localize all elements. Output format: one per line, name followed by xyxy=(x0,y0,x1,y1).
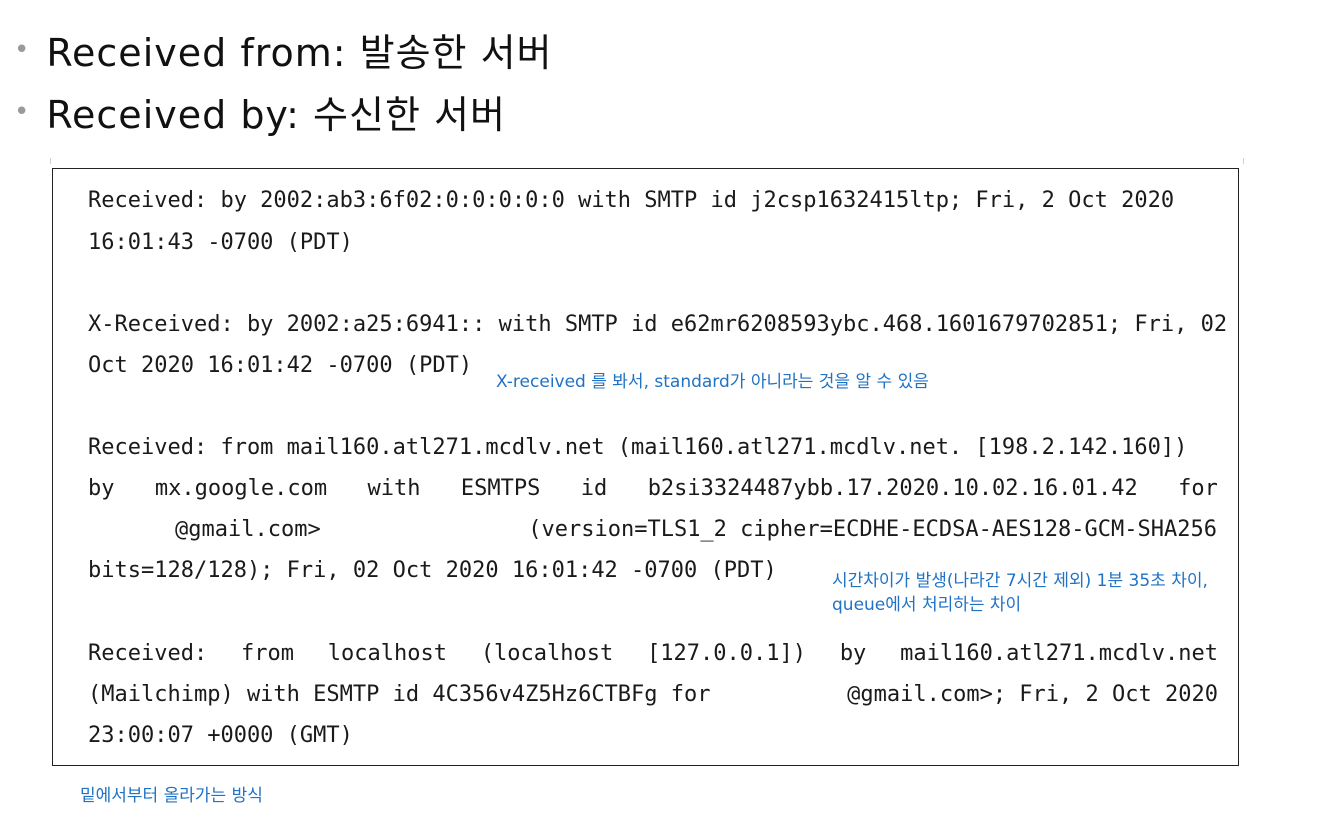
email-header-frame xyxy=(52,168,1239,766)
header-word: by xyxy=(88,476,115,501)
header-word: ESMTPS xyxy=(460,476,541,501)
header-line: (version=TLS1_2 cipher=ECDHE-ECDSA-AES12… xyxy=(528,517,1217,542)
header-word: id xyxy=(580,476,608,501)
bullet-dot-icon: • xyxy=(14,34,31,65)
header-line: 23:00:07 +0000 (GMT) xyxy=(88,723,353,748)
bullet-received-from: • Received from: 발송한 서버 xyxy=(14,22,553,77)
bottom-up-annotation: 밑에서부터 올라가는 방식 xyxy=(80,786,263,806)
header-line: Received: from mail160.atl271.mcdlv.net … xyxy=(88,435,1188,460)
header-line: Oct 2020 16:01:42 -0700 (PDT) xyxy=(88,353,473,378)
header-word: mail160.atl271.mcdlv.net xyxy=(900,641,1218,666)
header-word: for xyxy=(1178,476,1218,501)
header-word: (localhost xyxy=(480,641,614,666)
time-diff-annotation-line2: queue에서 처리하는 차이 xyxy=(832,595,1022,615)
xreceived-annotation: X-received 를 봐서, standard가 아니라는 것을 알 수 있… xyxy=(496,372,929,392)
header-line-justified: Received: from localhost (localhost [127… xyxy=(88,643,1218,665)
header-word: from xyxy=(241,641,294,666)
bullet-text: Received from: 발송한 서버 xyxy=(46,31,553,75)
header-word: Received: xyxy=(88,641,208,666)
header-word: with xyxy=(367,476,421,501)
header-line: 16:01:43 -0700 (PDT) xyxy=(88,230,353,255)
bullet-text: Received by: 수신한 서버 xyxy=(46,93,506,137)
bullet-dot-icon: • xyxy=(14,96,31,127)
header-word: mx.google.com xyxy=(154,476,328,501)
header-line-justified: by mx.google.com with ESMTPS id b2si3324… xyxy=(88,478,1218,500)
header-line: bits=128/128); Fri, 02 Oct 2020 16:01:42… xyxy=(88,558,777,583)
header-word: localhost xyxy=(327,641,448,666)
corner-tick-left xyxy=(50,158,51,164)
header-word: [127.0.0.1]) xyxy=(647,641,807,666)
bullet-received-by: • Received by: 수신한 서버 xyxy=(14,84,506,139)
header-line: X-Received: by 2002:a25:6941:: with SMTP… xyxy=(88,312,1228,337)
header-word: by xyxy=(839,641,867,666)
header-line: Received: by 2002:ab3:6f02:0:0:0:0:0 wit… xyxy=(88,188,1175,213)
time-diff-annotation-line1: 시간차이가 발생(나라간 7시간 제외) 1분 35초 차이, xyxy=(832,571,1208,591)
header-redacted-email: @gmail.com> xyxy=(175,517,321,542)
header-redacted-email: @gmail.com>; Fri, 2 Oct 2020 xyxy=(847,682,1218,707)
header-line: (Mailchimp) with ESMTP id 4C356v4Z5Hz6CT… xyxy=(88,682,711,707)
corner-tick-right xyxy=(1243,158,1244,164)
header-word: b2si3324487ybb.17.2020.10.02.16.01.42 xyxy=(647,476,1138,501)
